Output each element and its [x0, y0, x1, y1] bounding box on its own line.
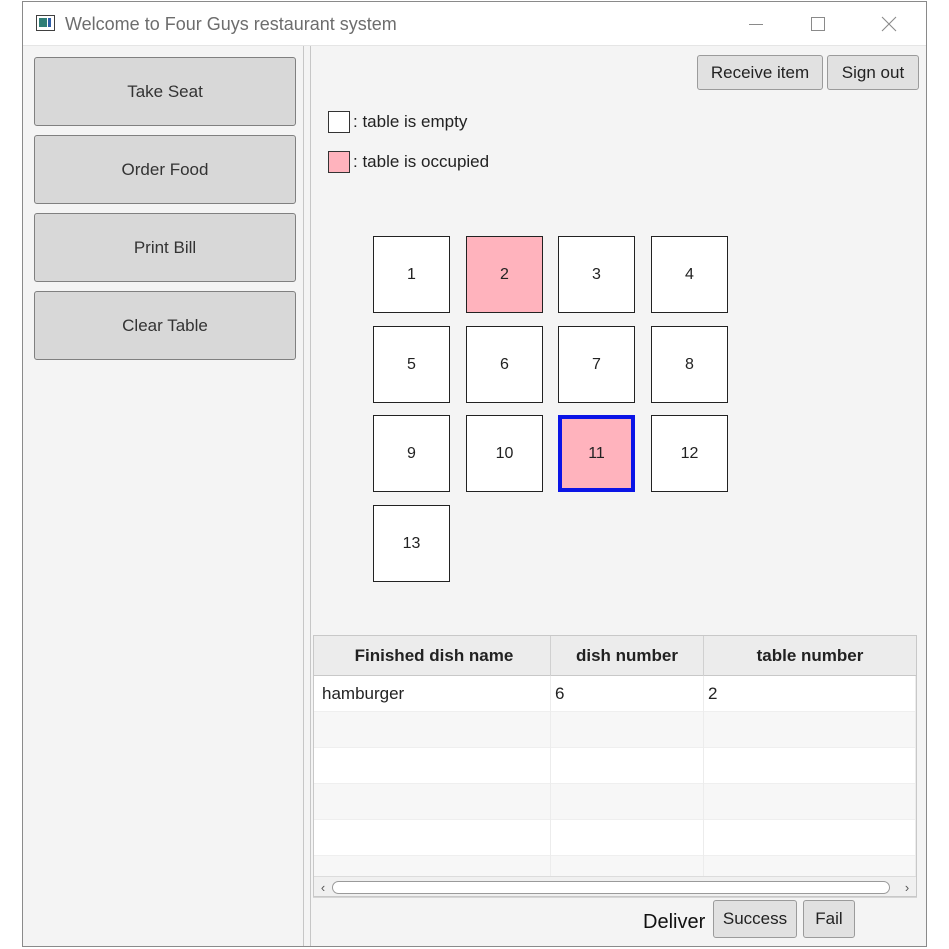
table-cell [704, 712, 916, 748]
table-10[interactable]: 10 [466, 415, 543, 492]
app-icon [36, 15, 55, 31]
column-header-dish-name[interactable]: Finished dish name [318, 636, 551, 676]
table-row[interactable]: hamburger 6 2 [314, 676, 916, 712]
table-cell [551, 712, 704, 748]
order-food-button[interactable]: Order Food [34, 135, 296, 204]
take-seat-button[interactable]: Take Seat [34, 57, 296, 126]
table-cell [704, 748, 916, 784]
legend-empty-label: : table is empty [353, 112, 468, 131]
table-8[interactable]: 8 [651, 326, 728, 403]
receive-item-button[interactable]: Receive item [697, 55, 823, 90]
finished-dishes-table: Finished dish name dish number table num… [313, 635, 917, 897]
column-header-table-number[interactable]: table number [704, 636, 916, 676]
table-cell [551, 820, 704, 856]
window-title: Welcome to Four Guys restaurant system [65, 14, 397, 34]
pane-divider[interactable] [310, 46, 311, 946]
table-2[interactable]: 2 [466, 236, 543, 313]
column-header-dish-number[interactable]: dish number [551, 636, 704, 676]
app-window: Welcome to Four Guys restaurant system T… [22, 1, 927, 947]
empty-swatch [328, 111, 350, 133]
table-1[interactable]: 1 [373, 236, 450, 313]
table-4[interactable]: 4 [651, 236, 728, 313]
deliver-label: Deliver [643, 911, 706, 933]
legend-empty: : table is empty [328, 111, 467, 133]
table-cell [318, 784, 551, 820]
table-cell [318, 748, 551, 784]
table-cell [318, 712, 551, 748]
close-icon [881, 16, 897, 32]
table-13[interactable]: 13 [373, 505, 450, 582]
print-bill-button[interactable]: Print Bill [34, 213, 296, 282]
minimize-button[interactable] [733, 2, 779, 46]
table-6[interactable]: 6 [466, 326, 543, 403]
table-row[interactable] [314, 712, 916, 748]
table-cell: hamburger [318, 676, 551, 712]
scroll-right-icon[interactable]: › [900, 879, 914, 895]
title-bar: Welcome to Four Guys restaurant system [23, 2, 926, 46]
legend-occupied: : table is occupied [328, 151, 489, 173]
occupied-swatch [328, 151, 350, 173]
table-5[interactable]: 5 [373, 326, 450, 403]
scroll-thumb[interactable] [332, 881, 890, 894]
table-12[interactable]: 12 [651, 415, 728, 492]
horizontal-scrollbar[interactable]: ‹ › [314, 876, 916, 896]
table-cell [551, 784, 704, 820]
close-button[interactable] [866, 2, 912, 46]
table-3[interactable]: 3 [558, 236, 635, 313]
action-sidebar: Take Seat Order Food Print Bill Clear Ta… [23, 46, 304, 946]
clear-table-button[interactable]: Clear Table [34, 291, 296, 360]
table-9[interactable]: 9 [373, 415, 450, 492]
maximize-icon [811, 17, 825, 31]
table-cell [318, 820, 551, 856]
table-11[interactable]: 11 [558, 415, 635, 492]
table-cell [704, 784, 916, 820]
fail-button[interactable]: Fail [803, 900, 855, 938]
sign-out-button[interactable]: Sign out [827, 55, 919, 90]
maximize-button[interactable] [795, 2, 841, 46]
table-cell: 2 [704, 676, 916, 712]
table-row[interactable] [314, 748, 916, 784]
scroll-left-icon[interactable]: ‹ [316, 879, 330, 895]
table-row[interactable] [314, 820, 916, 856]
table-cell [551, 748, 704, 784]
table-7[interactable]: 7 [558, 326, 635, 403]
divider [313, 897, 917, 898]
success-button[interactable]: Success [713, 900, 797, 938]
table-row[interactable] [314, 784, 916, 820]
table-header: Finished dish name dish number table num… [314, 636, 916, 676]
legend-occupied-label: : table is occupied [353, 152, 490, 171]
minimize-icon [749, 23, 763, 25]
table-cell [704, 820, 916, 856]
table-cell: 6 [551, 676, 704, 712]
